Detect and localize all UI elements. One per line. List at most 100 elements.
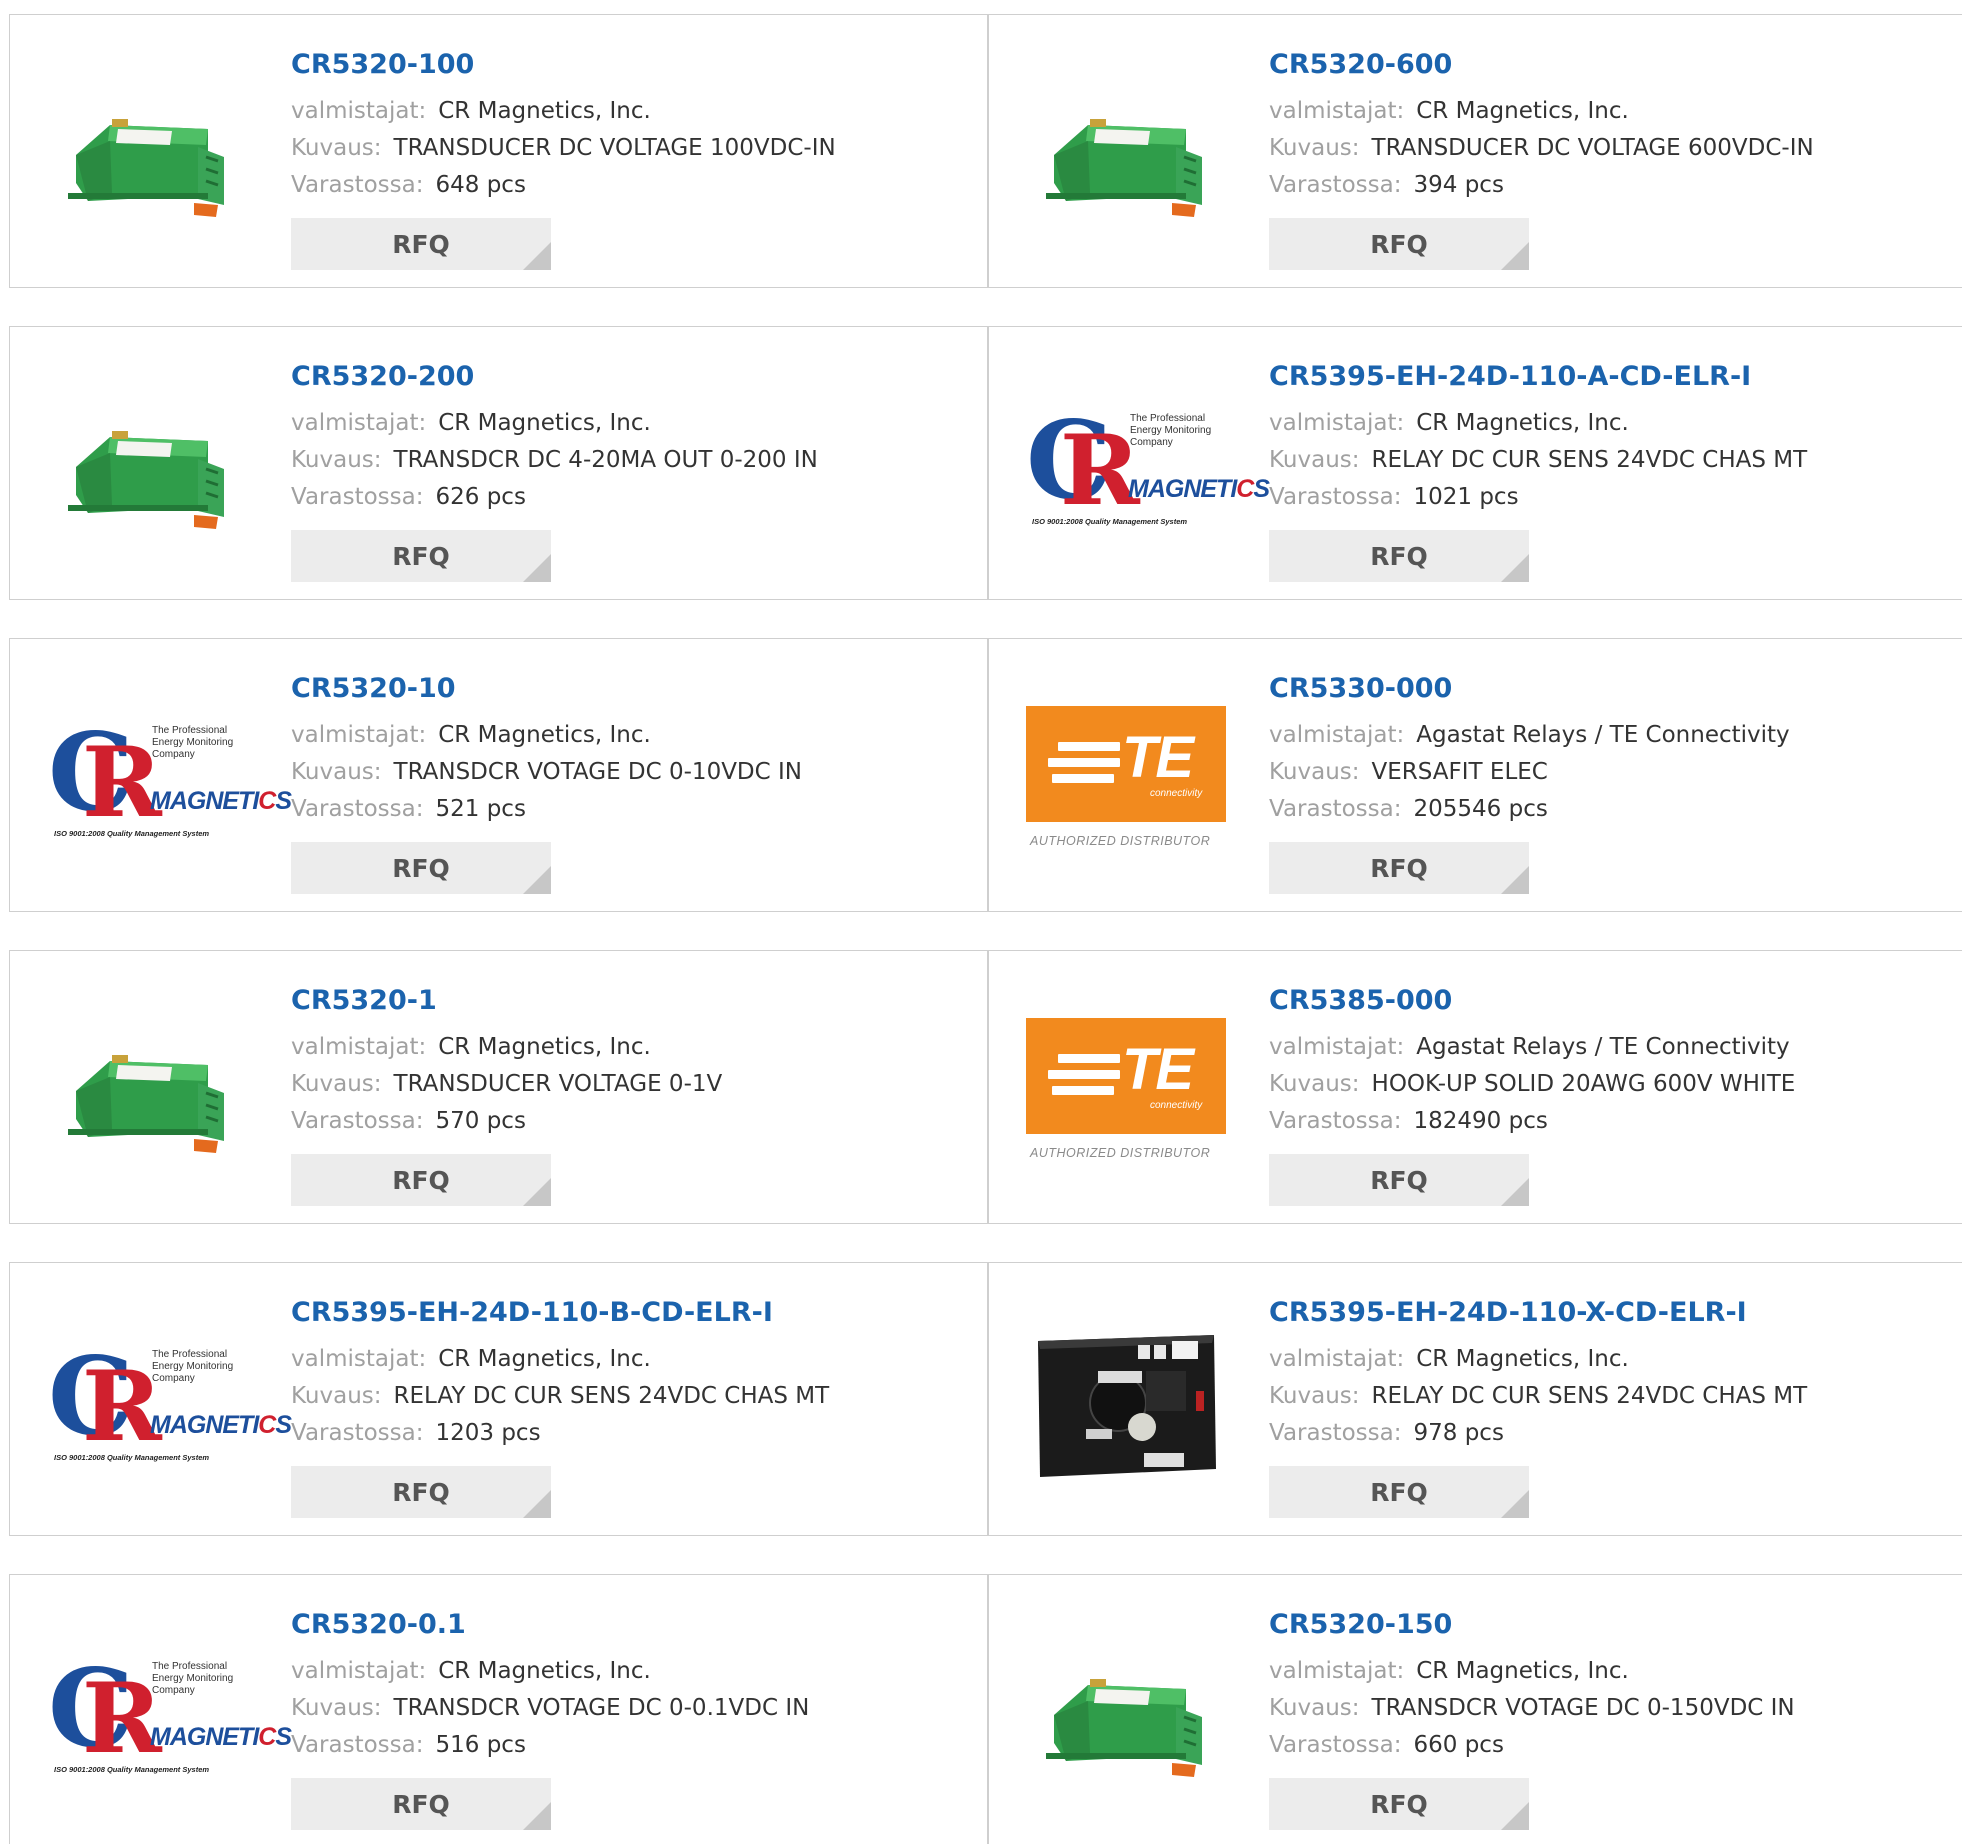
description-label: Kuvaus: (1269, 135, 1360, 161)
rfq-button[interactable]: RFQ (291, 1466, 551, 1518)
green-transducer-image (68, 119, 224, 217)
rfq-corner-decoration (523, 1802, 551, 1830)
product-card: C R The Professional Energy Monitoring Compa… (10, 1263, 986, 1535)
product-thumbnail[interactable] (1026, 53, 1226, 253)
description-value: HOOK-UP SOLID 20AWG 600V WHITE (1371, 1071, 1796, 1097)
description-value: RELAY DC CUR SENS 24VDC CHAS MT (1371, 1383, 1808, 1409)
product-row: CR5320-100 valmistajat: CR Magnetics, Inc.… (9, 14, 1962, 288)
product-card: TE connectivity AUTHORIZED DISTRIBUTOR CR53… (988, 639, 1962, 911)
product-thumbnail[interactable] (48, 365, 248, 565)
rfq-button[interactable]: RFQ (1269, 218, 1529, 270)
rfq-corner-decoration (1501, 554, 1529, 582)
rfq-button[interactable]: RFQ (291, 218, 551, 270)
description-value: RELAY DC CUR SENS 24VDC CHAS MT (1371, 447, 1808, 473)
te-connectivity-logo: TE connectivity AUTHORIZED DISTRIBUTOR (1026, 1018, 1226, 1160)
rfq-button[interactable]: RFQ (291, 1154, 551, 1206)
product-thumbnail[interactable] (1026, 1613, 1226, 1813)
cr-magnetics-logo: C R The Professional Energy Monitoring Compa… (48, 710, 292, 839)
product-card: CR5320-600 valmistajat: CR Magnetics, Inc.… (988, 15, 1962, 287)
rfq-corner-decoration (1501, 1178, 1529, 1206)
stock-line: Varastossa: 570 pcs (291, 1103, 722, 1140)
green-transducer-image (68, 431, 224, 529)
manufacturer-line: valmistajat: Agastat Relays / TE Connecti… (1269, 1029, 1795, 1066)
product-part-link[interactable]: CR5330-000 (1269, 671, 1790, 707)
stock-line: Varastossa: 182490 pcs (1269, 1103, 1795, 1140)
product-part-link[interactable]: CR5320-200 (291, 359, 818, 395)
stock-label: Varastossa: (1269, 172, 1402, 198)
product-part-link[interactable]: CR5320-10 (291, 671, 802, 707)
product-card: CR5320-100 valmistajat: CR Magnetics, Inc.… (10, 15, 986, 287)
stock-value: 1021 pcs (1413, 484, 1519, 510)
product-thumbnail[interactable]: C R The Professional Energy Monitoring Compa… (48, 677, 292, 877)
rfq-corner-decoration (523, 1178, 551, 1206)
product-info: CR5320-200 valmistajat: CR Magnetics, Inc.… (291, 359, 818, 582)
manufacturer-label: valmistajat: (291, 1034, 427, 1060)
rfq-corner-decoration (523, 554, 551, 582)
stock-label: Varastossa: (291, 172, 424, 198)
rfq-button[interactable]: RFQ (291, 530, 551, 582)
description-line: Kuvaus: TRANSDUCER VOLTAGE 0-1V (291, 1066, 722, 1103)
product-part-link[interactable]: CR5385-000 (1269, 983, 1795, 1019)
cr-magnetics-logo: C R The Professional Energy Monitoring Compa… (48, 1334, 292, 1463)
product-info: CR5330-000 valmistajat: Agastat Relays / T… (1269, 671, 1790, 894)
product-thumbnail[interactable]: C R The Professional Energy Monitoring Compa… (48, 1301, 292, 1501)
product-part-link[interactable]: CR5395-EH-24D-110-A-CD-ELR-I (1269, 359, 1807, 395)
product-info: CR5320-150 valmistajat: CR Magnetics, Inc.… (1269, 1607, 1795, 1830)
product-row: C R The Professional Energy Monitoring Compa… (9, 638, 1962, 912)
rfq-label: RFQ (1370, 1165, 1428, 1195)
description-value: TRANSDCR VOTAGE DC 0-0.1VDC IN (393, 1695, 810, 1721)
product-card: CR5395-EH-24D-110-X-CD-ELR-I valmistajat:… (988, 1263, 1962, 1535)
product-thumbnail[interactable]: TE connectivity AUTHORIZED DISTRIBUTOR (1026, 989, 1226, 1189)
rfq-button[interactable]: RFQ (1269, 1466, 1529, 1518)
rfq-button[interactable]: RFQ (291, 842, 551, 894)
stock-line: Varastossa: 1021 pcs (1269, 479, 1807, 516)
manufacturer-value: CR Magnetics, Inc. (438, 98, 651, 124)
stock-line: Varastossa: 626 pcs (291, 479, 818, 516)
stock-line: Varastossa: 394 pcs (1269, 167, 1814, 204)
stock-line: Varastossa: 978 pcs (1269, 1415, 1807, 1452)
product-info: CR5320-0.1 valmistajat: CR Magnetics, Inc.… (291, 1607, 809, 1830)
stock-value: 648 pcs (435, 172, 526, 198)
rfq-button[interactable]: RFQ (1269, 842, 1529, 894)
manufacturer-label: valmistajat: (291, 98, 427, 124)
product-thumbnail[interactable] (48, 53, 248, 253)
product-thumbnail[interactable] (1026, 1301, 1226, 1501)
manufacturer-line: valmistajat: CR Magnetics, Inc. (291, 717, 802, 754)
product-part-link[interactable]: CR5395-EH-24D-110-B-CD-ELR-I (291, 1295, 829, 1331)
rfq-button[interactable]: RFQ (1269, 530, 1529, 582)
product-part-link[interactable]: CR5320-150 (1269, 1607, 1795, 1643)
product-info: CR5320-10 valmistajat: CR Magnetics, Inc. K… (291, 671, 802, 894)
product-part-link[interactable]: CR5395-EH-24D-110-X-CD-ELR-I (1269, 1295, 1807, 1331)
description-label: Kuvaus: (1269, 447, 1360, 473)
product-part-link[interactable]: CR5320-600 (1269, 47, 1814, 83)
product-thumbnail[interactable]: C R The Professional Energy Monitoring Compa… (48, 1613, 292, 1813)
product-card: CR5320-200 valmistajat: CR Magnetics, Inc.… (10, 327, 986, 599)
description-label: Kuvaus: (1269, 1695, 1360, 1721)
cr-magnetics-logo: C R The Professional Energy Monitoring Compa… (48, 1646, 292, 1775)
product-part-link[interactable]: CR5320-100 (291, 47, 836, 83)
product-part-link[interactable]: CR5320-0.1 (291, 1607, 809, 1643)
description-line: Kuvaus: RELAY DC CUR SENS 24VDC CHAS MT (1269, 442, 1807, 479)
stock-line: Varastossa: 648 pcs (291, 167, 836, 204)
description-line: Kuvaus: RELAY DC CUR SENS 24VDC CHAS MT (1269, 1378, 1807, 1415)
stock-value: 516 pcs (435, 1732, 526, 1758)
stock-line: Varastossa: 205546 pcs (1269, 791, 1790, 828)
manufacturer-value: CR Magnetics, Inc. (1416, 1346, 1629, 1372)
product-thumbnail[interactable]: C R The Professional Energy Monitoring Compa… (1026, 365, 1270, 565)
product-info: CR5320-1 valmistajat: CR Magnetics, Inc. Ku… (291, 983, 722, 1206)
rfq-button[interactable]: RFQ (1269, 1778, 1529, 1830)
rfq-corner-decoration (523, 866, 551, 894)
product-part-link[interactable]: CR5320-1 (291, 983, 722, 1019)
stock-value: 182490 pcs (1413, 1108, 1548, 1134)
product-info: CR5320-100 valmistajat: CR Magnetics, Inc.… (291, 47, 836, 270)
stock-label: Varastossa: (291, 1108, 424, 1134)
rfq-button[interactable]: RFQ (1269, 1154, 1529, 1206)
rfq-button[interactable]: RFQ (291, 1778, 551, 1830)
product-thumbnail[interactable] (48, 989, 248, 1189)
stock-value: 394 pcs (1413, 172, 1504, 198)
product-thumbnail[interactable]: TE connectivity AUTHORIZED DISTRIBUTOR (1026, 677, 1226, 877)
description-value: RELAY DC CUR SENS 24VDC CHAS MT (393, 1383, 830, 1409)
product-info: CR5385-000 valmistajat: Agastat Relays / T… (1269, 983, 1795, 1206)
manufacturer-line: valmistajat: Agastat Relays / TE Connecti… (1269, 717, 1790, 754)
rfq-corner-decoration (523, 1490, 551, 1518)
